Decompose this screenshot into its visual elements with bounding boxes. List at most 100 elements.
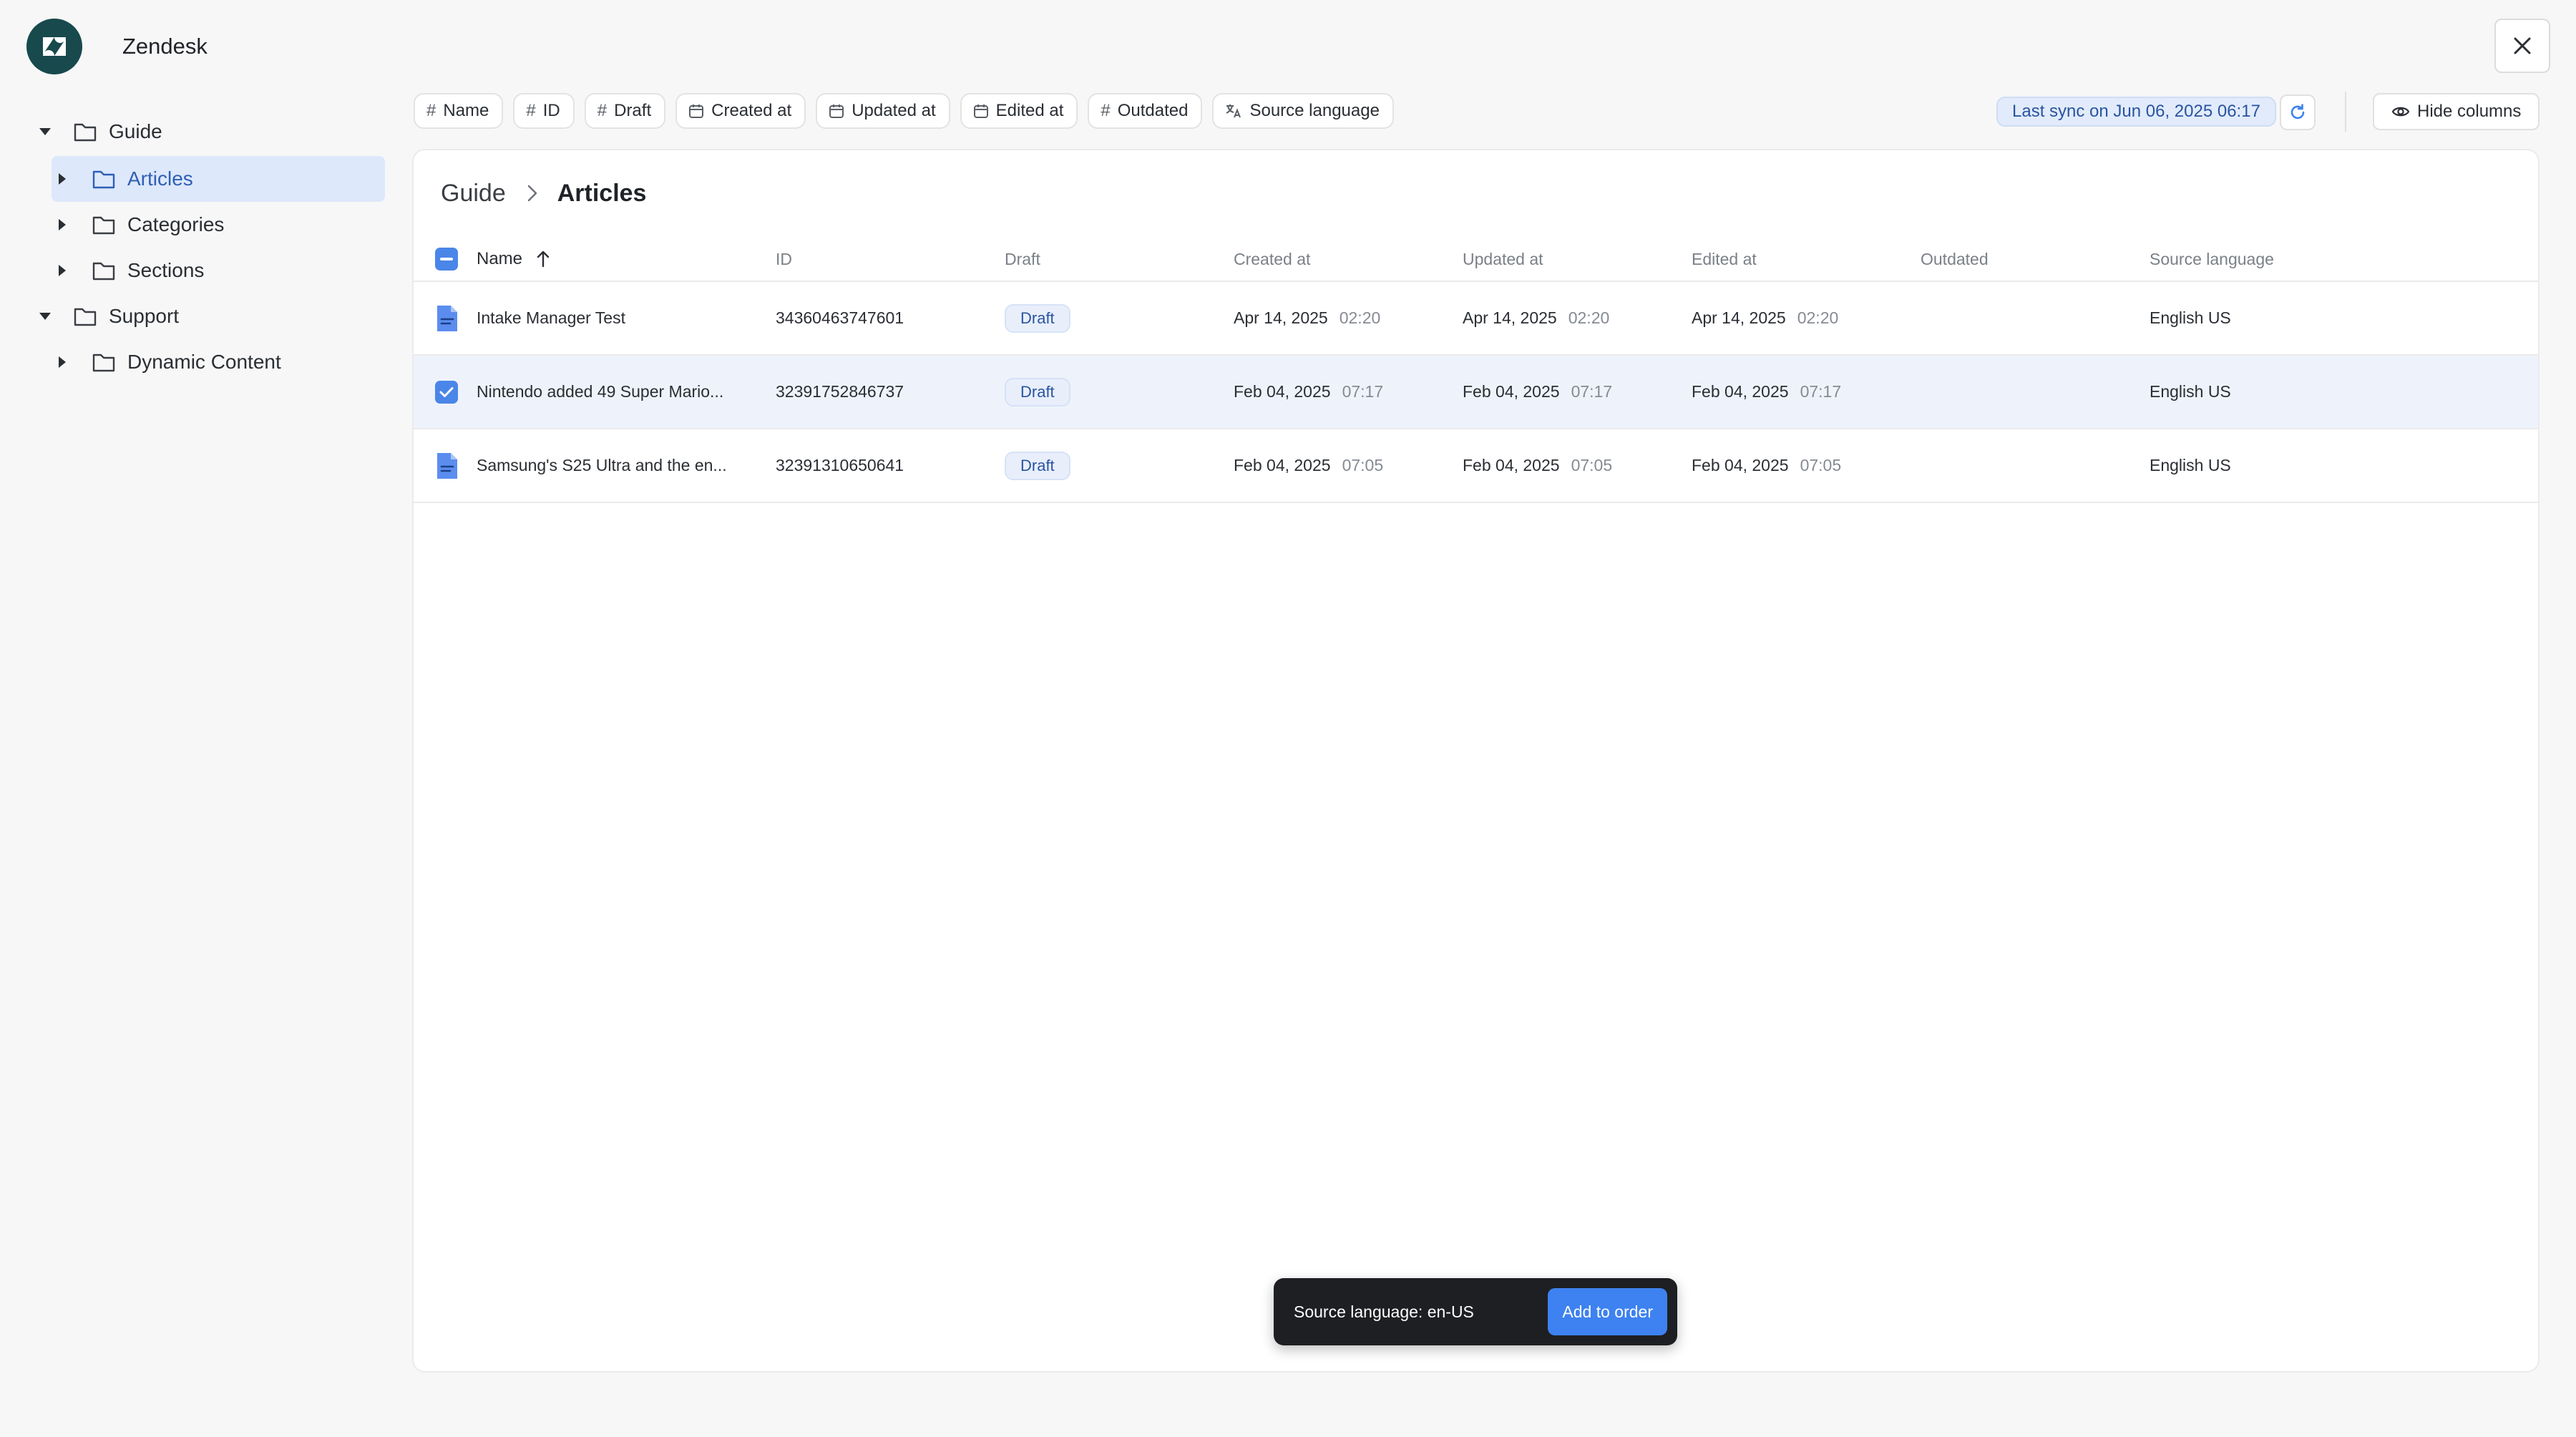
eye-icon [2391, 107, 2410, 117]
updated-at-cell: Apr 14, 2025 02:20 [1463, 282, 1609, 354]
chip-draft[interactable]: # Draft [584, 93, 666, 129]
tree-item-sections[interactable]: Sections [52, 248, 385, 293]
date: Feb 04, 2025 [1463, 382, 1560, 401]
draft-badge: Draft [1005, 451, 1070, 480]
tree-item-guide[interactable]: Guide [34, 109, 385, 155]
time: 07:17 [1342, 382, 1384, 401]
tree-item-label: Guide [109, 120, 162, 142]
tree-item-label: Articles [127, 167, 193, 190]
refresh-button[interactable] [2280, 94, 2316, 130]
tree-item-label: Categories [127, 213, 225, 235]
time: 07:17 [1800, 382, 1842, 401]
created-at-cell: Apr 14, 2025 02:20 [1234, 282, 1380, 354]
header-updated-at[interactable]: Updated at [1463, 236, 1543, 282]
edited-at-cell: Feb 04, 2025 07:17 [1692, 356, 1841, 428]
time: 07:05 [1342, 456, 1384, 474]
caret-down-icon[interactable] [34, 121, 56, 142]
folder-icon [92, 260, 116, 281]
folder-icon [92, 168, 116, 190]
caret-right-icon[interactable] [52, 214, 73, 235]
tree-item-label: Sections [127, 259, 205, 281]
tree-item-dynamic-content[interactable]: Dynamic Content [52, 339, 385, 385]
table-row[interactable]: Samsung's S25 Ultra and the en... 323913… [414, 429, 2538, 503]
caret-down-icon[interactable] [34, 306, 56, 327]
table-header: Name ID Draft Created at Updated at Edit… [414, 236, 2538, 282]
select-all-checkbox[interactable] [435, 236, 458, 282]
hash-icon: # [526, 101, 536, 120]
article-name[interactable]: Samsung's S25 Ultra and the en... [477, 429, 727, 502]
article-id: 32391752846737 [776, 382, 904, 401]
document-icon[interactable] [435, 282, 459, 354]
chip-label: ID [542, 101, 560, 120]
calendar-icon [829, 104, 844, 118]
caret-right-icon[interactable] [52, 351, 73, 373]
chip-created-at[interactable]: Created at [675, 93, 806, 129]
toolbar-divider [2345, 92, 2346, 132]
draft-cell: Draft [1005, 429, 1070, 502]
row-checkbox[interactable] [435, 356, 458, 428]
calendar-icon [973, 104, 988, 118]
tree-item-articles[interactable]: Articles [52, 156, 385, 202]
article-name[interactable]: Intake Manager Test [477, 282, 625, 354]
header-name[interactable]: Name [477, 236, 550, 282]
tree-item-categories[interactable]: Categories [52, 202, 385, 248]
date: Feb 04, 2025 [1692, 382, 1789, 401]
document-icon[interactable] [435, 429, 459, 502]
caret-right-icon[interactable] [52, 168, 73, 190]
time: 02:20 [1568, 308, 1610, 327]
date: Feb 04, 2025 [1463, 456, 1560, 474]
add-to-order-button[interactable]: Add to order [1548, 1288, 1667, 1335]
chip-label: Outdated [1117, 101, 1189, 120]
main-panel: Guide Articles Name ID Draft Created at … [412, 149, 2540, 1373]
article-id: 32391310650641 [776, 456, 904, 474]
source-language-cell: English US [2150, 382, 2231, 401]
table-row[interactable]: Nintendo added 49 Super Mario... 3239175… [414, 356, 2538, 429]
refresh-icon [2290, 104, 2305, 120]
updated-at-cell: Feb 04, 2025 07:05 [1463, 429, 1612, 502]
time: 02:20 [1339, 308, 1381, 327]
folder-icon [92, 214, 116, 235]
caret-right-icon[interactable] [52, 260, 73, 281]
source-language-cell: English US [2150, 456, 2231, 474]
article-name[interactable]: Nintendo added 49 Super Mario... [477, 356, 723, 428]
time: 07:17 [1571, 382, 1613, 401]
chip-edited-at[interactable]: Edited at [960, 93, 1078, 129]
updated-at-cell: Feb 04, 2025 07:17 [1463, 356, 1612, 428]
chip-name[interactable]: # Name [414, 93, 504, 129]
header-id[interactable]: ID [776, 236, 792, 282]
header-outdated[interactable]: Outdated [1921, 236, 1989, 282]
time: 07:05 [1800, 456, 1842, 474]
hide-columns-button[interactable]: Hide columns [2373, 93, 2540, 130]
hash-icon: # [597, 101, 608, 120]
hash-icon: # [426, 101, 436, 120]
time: 07:05 [1571, 456, 1613, 474]
toast-text: Source language: en-US [1294, 1302, 1474, 1321]
breadcrumb: Guide Articles [441, 176, 646, 210]
chevron-right-icon [527, 185, 537, 202]
header-draft[interactable]: Draft [1005, 236, 1040, 282]
close-button[interactable] [2494, 19, 2550, 73]
table-row[interactable]: Intake Manager Test 34360463747601 Draft… [414, 282, 2538, 356]
app-header: Zendesk [26, 19, 208, 74]
tree-item-support[interactable]: Support [34, 293, 385, 339]
chip-label: Created at [711, 101, 792, 120]
chip-label: Source language [1249, 101, 1380, 120]
article-id: 34360463747601 [776, 308, 904, 327]
chip-updated-at[interactable]: Updated at [816, 93, 950, 129]
time: 02:20 [1797, 308, 1839, 327]
chip-outdated[interactable]: # Outdated [1088, 93, 1203, 129]
sort-ascending-icon [537, 250, 550, 268]
chip-source-language[interactable]: Source language [1212, 93, 1394, 129]
draft-badge: Draft [1005, 303, 1070, 333]
checkbox-checked-icon [435, 380, 458, 404]
hide-columns-label: Hide columns [2417, 102, 2522, 121]
translate-icon [1226, 104, 1241, 118]
checkbox-indeterminate-icon [435, 248, 458, 271]
draft-cell: Draft [1005, 282, 1070, 354]
header-source-language[interactable]: Source language [2150, 236, 2274, 282]
chip-id[interactable]: # ID [513, 93, 575, 129]
created-at-cell: Feb 04, 2025 07:05 [1234, 429, 1383, 502]
header-created-at[interactable]: Created at [1234, 236, 1310, 282]
breadcrumb-parent[interactable]: Guide [441, 180, 506, 208]
header-edited-at[interactable]: Edited at [1692, 236, 1757, 282]
